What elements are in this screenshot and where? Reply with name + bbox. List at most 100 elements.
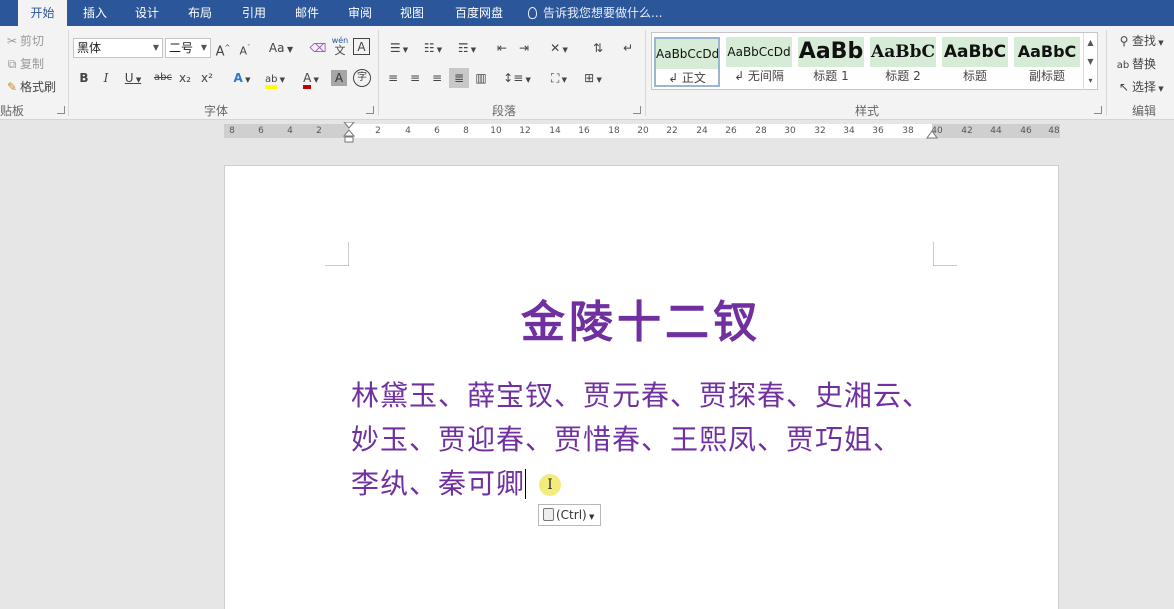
paragraph-launcher-icon[interactable]	[633, 106, 641, 114]
cut-button[interactable]: ✂ 剪切	[4, 32, 44, 49]
numbering-button[interactable]: ☷ ▼	[418, 38, 448, 58]
copy-icon: ⧉	[7, 57, 17, 71]
tab-mailings[interactable]: 邮件	[284, 0, 330, 26]
paragraph-mark-icon: ↵	[622, 41, 634, 55]
strikethrough-button[interactable]: abc	[152, 68, 174, 88]
tab-layout[interactable]: 布局	[177, 0, 223, 26]
font-size-combo[interactable]: 二号 ▼	[165, 38, 211, 58]
style-heading-2[interactable]: AaBbC 标题 2	[870, 37, 936, 87]
ruler-number: 34	[843, 126, 855, 136]
document-page[interactable]: 金陵十二钗 林黛玉、薛宝钗、贾元春、贾探春、史湘云、 妙玉、贾迎春、贾惜春、王熙…	[224, 165, 1059, 609]
tab-references[interactable]: 引用	[231, 0, 277, 26]
right-indent-marker-icon[interactable]	[926, 130, 938, 139]
ruler-number: 2	[375, 126, 381, 136]
ruler-number: 20	[637, 126, 649, 136]
ruler-number: 36	[872, 126, 884, 136]
ruler-number: 8	[229, 126, 235, 136]
gallery-more-icon[interactable]: ▾	[1083, 71, 1097, 90]
text-caret	[525, 469, 527, 499]
ruler-number: 10	[490, 126, 502, 136]
increase-indent-button[interactable]: ⇥	[514, 38, 534, 58]
show-hide-marks-button[interactable]: ↵	[620, 38, 636, 58]
character-border-button[interactable]: A	[353, 38, 370, 55]
ruler-number: 48	[1048, 126, 1060, 136]
bold-button[interactable]: B	[76, 68, 92, 88]
font-color-button[interactable]: A ▼	[296, 68, 326, 89]
style-title[interactable]: AaBbC 标题	[942, 37, 1008, 87]
multilevel-list-button[interactable]: ☶ ▼	[452, 38, 482, 58]
sort-button[interactable]: ⇅	[588, 38, 608, 58]
font-name-combo[interactable]: 黑体 ▼	[73, 38, 163, 58]
numbered-list-icon: ☷	[423, 41, 435, 55]
justify-button[interactable]: ≣	[449, 68, 469, 88]
distributed-button[interactable]: ▥	[472, 68, 490, 88]
underline-button[interactable]: U ▼	[120, 68, 146, 88]
body-line-last: 李纨、秦可卿	[351, 467, 527, 500]
tab-view[interactable]: 视图	[389, 0, 435, 26]
replace-button[interactable]: ab 替换	[1114, 55, 1156, 72]
chinese-layout-button[interactable]: ✕ ▼	[544, 38, 574, 58]
ruler-number: 18	[608, 126, 620, 136]
highlight-color-button[interactable]: ab ▼	[260, 68, 290, 89]
style-subtitle[interactable]: AaBbC 副标题	[1014, 37, 1080, 87]
grow-font-button[interactable]: A^	[215, 38, 231, 59]
subscript-button[interactable]: x₂	[176, 68, 194, 88]
align-center-button[interactable]: ≡	[406, 68, 424, 88]
decrease-indent-button[interactable]: ⇤	[492, 38, 512, 58]
style-normal[interactable]: AaBbCcDd ↲ 正文	[654, 37, 720, 87]
horizontal-ruler[interactable]: 8 6 4 2 2 4 6 8 10 12 14 16 18 20 22 24 …	[224, 122, 1060, 143]
align-left-icon: ≡	[387, 71, 399, 85]
gallery-scroll-down-icon[interactable]: ▼	[1083, 52, 1097, 71]
tab-home[interactable]: 开始	[18, 0, 67, 26]
tell-me-text: 告诉我您想要做什么...	[543, 6, 663, 20]
select-button[interactable]: ↖ 选择 ▼	[1116, 78, 1164, 95]
style-heading-1[interactable]: AaBb 标题 1	[798, 37, 864, 87]
ruler-number: 24	[696, 126, 708, 136]
paste-options-button[interactable]: (Ctrl) ▼	[538, 504, 601, 526]
borders-button[interactable]: ⊞ ▼	[578, 68, 608, 88]
ruler-number: 28	[755, 126, 767, 136]
search-icon: ⚲	[1119, 34, 1129, 48]
style-no-spacing[interactable]: AaBbCcDd ↲ 无间隔	[726, 37, 792, 87]
document-title[interactable]: 金陵十二钗	[225, 286, 1057, 350]
font-launcher-icon[interactable]	[366, 106, 374, 114]
indent-marker-icon[interactable]	[343, 122, 355, 144]
tab-design[interactable]: 设计	[124, 0, 170, 26]
ruler-number: 30	[784, 126, 796, 136]
ibeam-cursor-icon: I	[539, 474, 561, 496]
phonetic-guide-button[interactable]: wén 文	[331, 36, 349, 56]
clear-formatting-icon[interactable]: ⌫	[309, 38, 327, 58]
find-button[interactable]: ⚲ 查找 ▼	[1116, 32, 1164, 49]
lightbulb-icon	[528, 7, 537, 19]
tab-review[interactable]: 审阅	[337, 0, 383, 26]
chevron-down-icon: ▼	[152, 43, 159, 52]
gallery-scroll-up-icon[interactable]: ▲	[1083, 33, 1097, 52]
line-spacing-button[interactable]: ↕≡ ▼	[502, 68, 532, 88]
styles-launcher-icon[interactable]	[1094, 106, 1102, 114]
italic-button[interactable]: I	[98, 68, 114, 88]
shading-button[interactable]: ⛶ ▼	[544, 68, 574, 88]
shrink-font-button[interactable]: Aˇ	[237, 38, 253, 58]
clipboard-group-label: 贴板	[0, 104, 25, 118]
change-case-button[interactable]: Aa ▼	[266, 38, 296, 58]
align-right-button[interactable]: ≡	[428, 68, 446, 88]
align-center-icon: ≡	[409, 71, 421, 85]
tell-me-box[interactable]: 告诉我您想要做什么...	[528, 0, 662, 26]
tab-insert[interactable]: 插入	[72, 0, 118, 26]
document-body[interactable]: 林黛玉、薛宝钗、贾元春、贾探春、史湘云、 妙玉、贾迎春、贾惜春、王熙凤、贾巧姐、…	[351, 374, 961, 506]
tab-baidu-netdisk[interactable]: 百度网盘	[448, 0, 510, 26]
align-left-button[interactable]: ≡	[384, 68, 402, 88]
align-right-icon: ≡	[431, 71, 443, 85]
bullets-button[interactable]: ☰ ▼	[384, 38, 414, 58]
margin-corner-top-left	[325, 242, 349, 266]
enclose-characters-button[interactable]: 字	[353, 69, 371, 87]
copy-button[interactable]: ⧉ 复制	[4, 55, 44, 72]
ruler-number: 12	[519, 126, 531, 136]
clipboard-launcher-icon[interactable]	[57, 106, 65, 114]
superscript-button[interactable]: x²	[198, 68, 216, 88]
text-effects-button[interactable]: A ▼	[228, 68, 256, 88]
ruler-number: 44	[990, 126, 1002, 136]
format-painter-button[interactable]: ✎ 格式刷	[4, 78, 56, 95]
ruler-number: 8	[463, 126, 469, 136]
character-shading-button[interactable]: A	[331, 70, 347, 86]
